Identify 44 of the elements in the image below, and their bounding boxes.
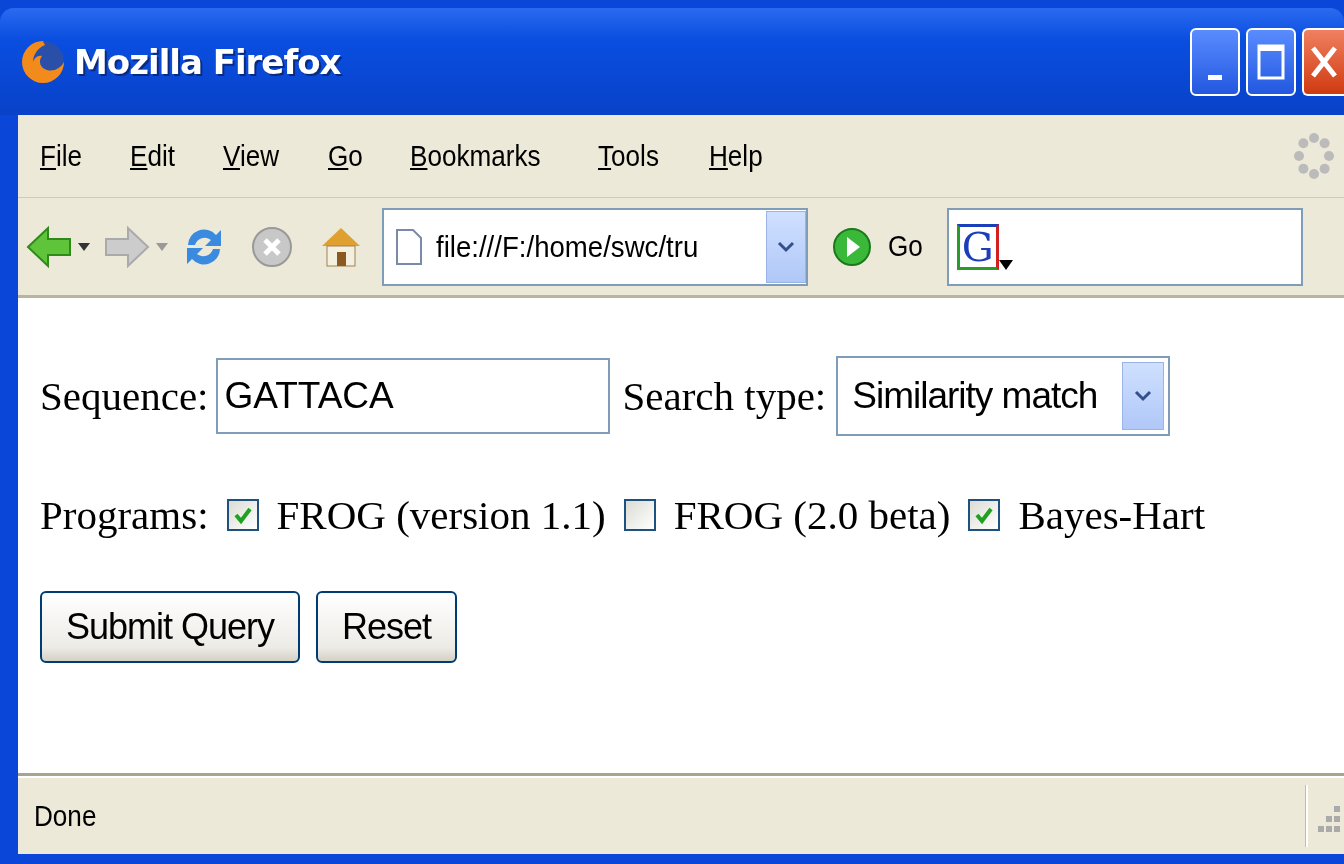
checkbox[interactable] — [968, 499, 1001, 531]
app-logo-icon — [20, 38, 66, 85]
maximize-icon — [1256, 42, 1286, 82]
menu-item[interactable]: Tools — [597, 139, 659, 173]
close-button[interactable] — [1302, 28, 1344, 96]
go-button[interactable]: Go — [887, 230, 923, 263]
search-engine-logo[interactable]: G — [956, 223, 999, 270]
checkbox[interactable] — [226, 499, 259, 531]
dropdown-button[interactable] — [766, 210, 806, 283]
checkmark-icon — [232, 505, 253, 525]
menu-item[interactable]: View — [222, 139, 279, 173]
menu-item[interactable]: Help — [708, 139, 763, 173]
minimize-icon — [1208, 75, 1222, 80]
page-icon — [396, 228, 422, 265]
caret-icon[interactable] — [78, 242, 90, 251]
menu-item[interactable]: File — [40, 139, 83, 173]
menu-item[interactable]: Bookmarks — [409, 139, 541, 173]
menu-item[interactable]: Edit — [129, 139, 175, 173]
checkmark-icon — [974, 505, 995, 525]
field-label: Search type: — [622, 372, 827, 420]
checkbox-label: FROG (2.0 beta) — [673, 491, 951, 539]
chevron-icon — [777, 240, 795, 253]
field-label: Programs: — [40, 491, 209, 539]
maximize-button[interactable] — [1246, 28, 1296, 96]
status-text: Done — [34, 799, 98, 833]
caret-icon[interactable] — [998, 259, 1013, 270]
search-type-select[interactable]: Similarity match — [836, 356, 1171, 436]
minimize-button[interactable] — [1190, 28, 1240, 96]
window-title: Mozilla Firefox — [74, 41, 342, 82]
chevron-icon — [1134, 390, 1153, 402]
address-field[interactable]: file:///F:/home/swc/tru — [382, 207, 808, 286]
dropdown-button[interactable] — [1122, 362, 1165, 430]
checkbox-label: Bayes-Hart — [1018, 491, 1206, 539]
menu-item[interactable]: Go — [328, 139, 363, 173]
sequence-input[interactable]: GATTACA — [216, 358, 611, 434]
stop-icon[interactable] — [250, 224, 294, 269]
throbber-icon — [1294, 133, 1334, 179]
back-arrow-icon[interactable] — [26, 223, 72, 270]
checkbox-label: FROG (version 1.1) — [276, 491, 606, 539]
form-button[interactable]: Submit Query — [40, 591, 301, 663]
form-button[interactable]: Reset — [316, 591, 458, 663]
field-label: Sequence: — [40, 372, 209, 420]
checkbox[interactable] — [623, 499, 656, 531]
search-field[interactable]: G — [946, 207, 1303, 286]
